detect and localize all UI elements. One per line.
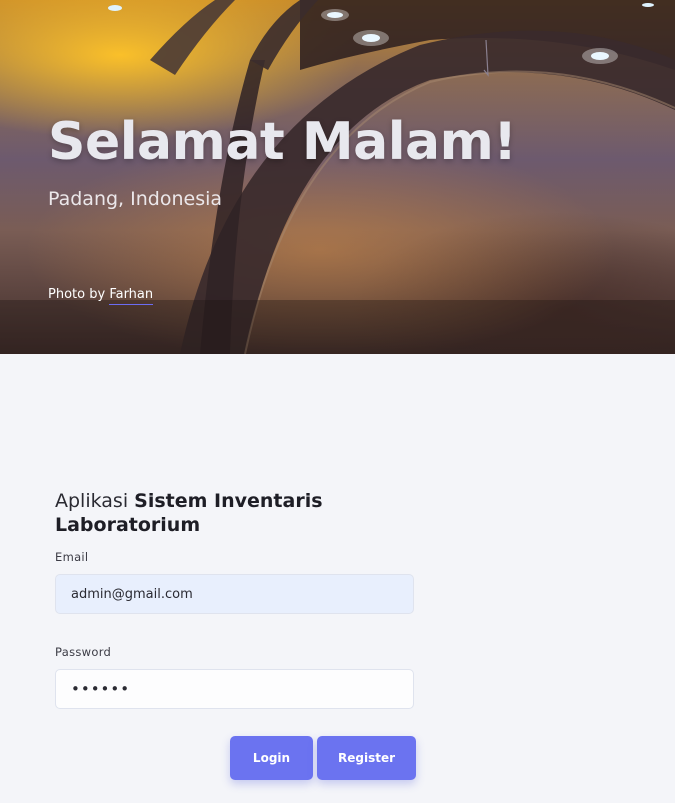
photo-credit: Photo by Farhan [48,287,154,305]
register-button[interactable]: Register [317,736,416,780]
location-text: Padang, Indonesia [48,188,223,210]
app-title: Aplikasi Sistem Inventaris Laboratorium [55,489,375,537]
hero-banner: Selamat Malam! Padang, Indonesia Photo b… [0,0,675,354]
app-title-prefix: Aplikasi [55,490,129,512]
email-label: Email [55,550,89,564]
greeting-title: Selamat Malam! [48,112,517,172]
password-field[interactable] [55,669,414,709]
login-button[interactable]: Login [230,736,313,780]
photo-credit-author-link[interactable]: Farhan [109,287,154,305]
login-page: Selamat Malam! Padang, Indonesia Photo b… [0,0,675,803]
photo-credit-prefix: Photo by [48,287,106,302]
password-label: Password [55,645,112,659]
email-field[interactable] [55,574,414,614]
